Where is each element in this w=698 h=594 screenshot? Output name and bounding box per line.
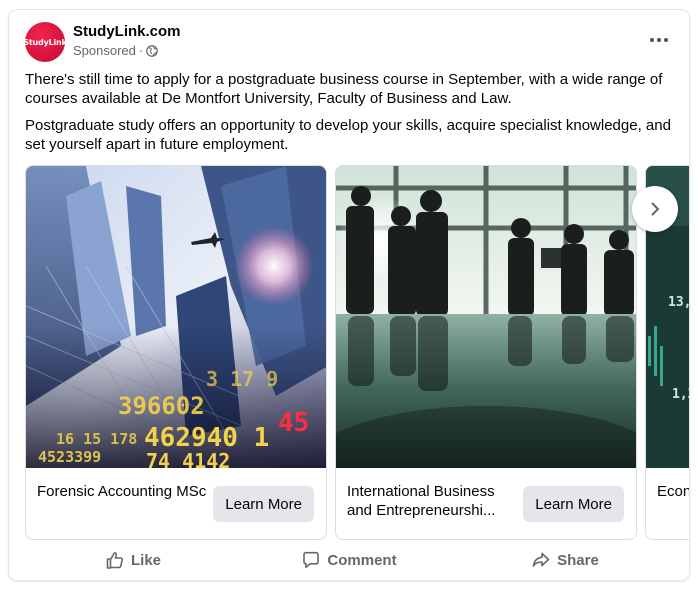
card-title: International Business and Entrepreneurs…	[347, 483, 496, 519]
card-footer: International Business and Entrepreneurs…	[336, 468, 636, 539]
ticker-text: 1,2	[672, 387, 689, 402]
meta-separator: ·	[138, 43, 144, 58]
city-skyline-image[interactable]: 396602 16 15 178 462940 1 4523399 74 414…	[26, 166, 326, 468]
post-text: There's still time to apply for a postgr…	[25, 70, 675, 162]
post-paragraph: Postgraduate study offers an opportunity…	[25, 117, 671, 153]
like-label: Like	[130, 551, 161, 569]
post-meta: Sponsored ·	[73, 43, 159, 58]
carousel-card[interactable]: 396602 16 15 178 462940 1 4523399 74 414…	[25, 165, 327, 540]
card-title: Econ Mana	[657, 483, 689, 500]
ticker-text: 45	[278, 408, 309, 438]
sponsored-post: StudyLink StudyLink.com Sponsored · Ther…	[9, 10, 689, 580]
post-header: StudyLink StudyLink.com Sponsored ·	[9, 10, 689, 66]
dot-icon	[664, 38, 668, 42]
comment-label: Comment	[327, 551, 397, 569]
dot-icon	[657, 38, 661, 42]
post-actions: Like Comment Share	[9, 542, 689, 578]
post-paragraph: There's still time to apply for a postgr…	[25, 71, 663, 107]
ticker-text: 396602	[118, 392, 205, 420]
ticker-text: 4523399	[38, 448, 101, 466]
business-team-image[interactable]	[336, 166, 636, 468]
sponsored-label[interactable]: Sponsored	[73, 43, 136, 58]
avatar[interactable]: StudyLink	[23, 22, 67, 62]
ticker-text: 74 4142	[146, 449, 230, 468]
comment-icon	[303, 551, 320, 569]
card-footer: Forensic Accounting MSc Learn More	[26, 468, 326, 539]
dot-icon	[650, 38, 654, 42]
ticker-text: 16 15 178	[56, 430, 137, 448]
comment-button[interactable]: Comment	[241, 543, 457, 577]
chevron-right-icon	[651, 202, 659, 216]
globe-icon[interactable]	[146, 44, 159, 57]
card-footer: Econ Mana	[646, 468, 689, 539]
like-button[interactable]: Like	[25, 543, 241, 577]
page-name-link[interactable]: StudyLink.com	[73, 23, 181, 40]
carousel-next-button[interactable]	[632, 186, 678, 232]
card-title: Forensic Accounting MSc	[37, 483, 207, 500]
share-icon	[532, 552, 550, 567]
learn-more-button[interactable]: Learn More	[213, 486, 314, 522]
share-label: Share	[557, 551, 599, 569]
more-options-button[interactable]	[643, 26, 675, 54]
ticker-text: 3 17 9	[206, 367, 278, 391]
ticker-text: 13,9	[668, 295, 689, 310]
ad-carousel: 396602 16 15 178 462940 1 4523399 74 414…	[25, 165, 689, 540]
share-button[interactable]: Share	[457, 543, 673, 577]
carousel-card[interactable]: International Business and Entrepreneurs…	[335, 165, 637, 540]
learn-more-button[interactable]: Learn More	[523, 486, 624, 522]
thumbs-up-icon	[106, 552, 124, 569]
